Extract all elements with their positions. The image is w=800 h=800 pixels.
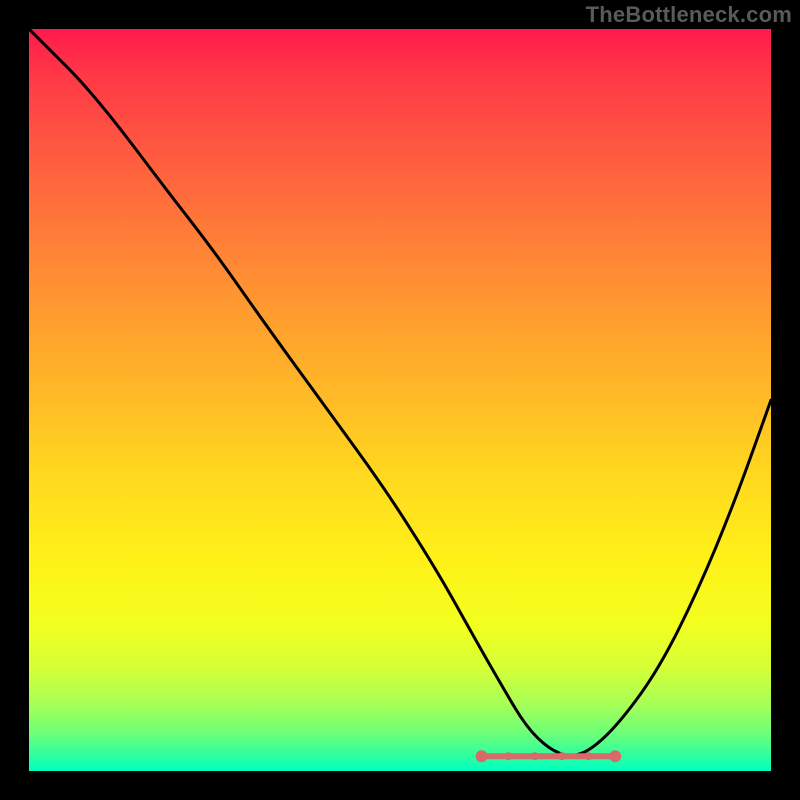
watermark-text: TheBottleneck.com	[586, 2, 792, 28]
curve-path	[29, 29, 771, 755]
optimal-markers	[476, 750, 622, 762]
plot-area	[29, 29, 771, 771]
bottleneck-curve	[29, 29, 771, 771]
